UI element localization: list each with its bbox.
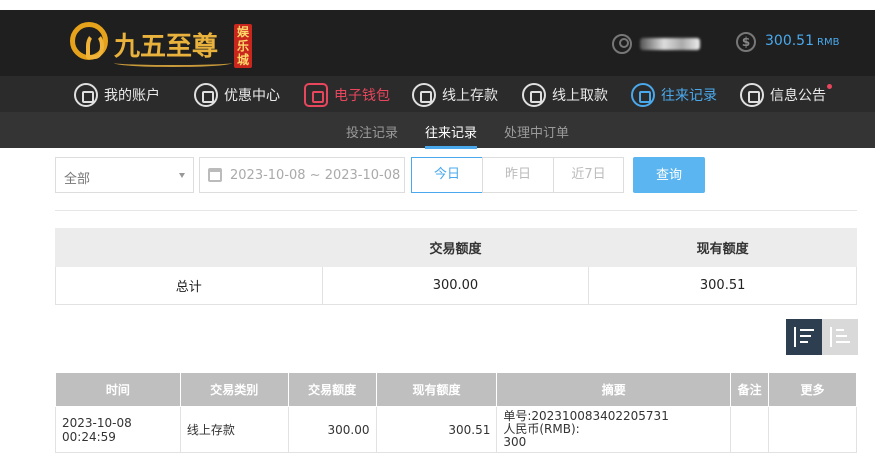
logo-text: 九五至尊 <box>114 32 219 62</box>
nav-label-wrap: 信息公告 <box>770 84 832 105</box>
cell-amount: 300.00 <box>287 406 377 453</box>
nav-label: 往来记录 <box>661 88 717 104</box>
nav-announcements[interactable]: 信息公告 <box>740 82 832 108</box>
account-balance: 300.51 RMB <box>765 33 840 49</box>
summary-cell: 300.00 <box>321 266 590 305</box>
summary-header-cell: 交易额度 <box>321 228 590 267</box>
summary-table: 交易额度 现有额度 总计 300.00 300.51 <box>55 228 857 305</box>
summary-cell: 300.51 <box>588 266 857 305</box>
nav-my-account[interactable]: 我的账户 <box>74 82 160 108</box>
memo-value: 300 <box>503 435 527 449</box>
cell-time: 2023-10-08 00:24:59 <box>55 406 181 453</box>
col-amount: 交易额度 <box>287 372 377 407</box>
summary-header-row: 交易额度 现有额度 <box>55 228 857 267</box>
sort-ascending-icon <box>830 327 832 347</box>
type-select[interactable]: 全部 <box>55 157 194 193</box>
sort-bar <box>836 329 844 331</box>
main-nav: 我的账户 优惠中心 电子钱包 线上存款 线上取款 往来记录 信息公告 <box>0 76 875 112</box>
brand-logo[interactable]: 九五至尊 娱乐城 <box>70 20 280 68</box>
date-range-input[interactable]: 2023-10-08 ~ 2023-10-08 <box>199 157 405 193</box>
sort-ascending-button[interactable] <box>822 319 858 355</box>
sub-nav: 投注记录 往来记录 处理中订单 <box>0 112 875 149</box>
withdraw-icon <box>522 83 546 107</box>
sort-bar <box>800 335 811 337</box>
nav-label: 优惠中心 <box>224 88 280 104</box>
table-row: 2023-10-08 00:24:59 线上存款 300.00 300.51 单… <box>55 406 857 453</box>
memo-currency: 人民币(RMB): <box>503 422 580 436</box>
nav-label: 我的账户 <box>104 88 160 104</box>
nav-e-wallet[interactable]: 电子钱包 <box>304 82 390 108</box>
tab-pending-orders[interactable]: 处理中订单 <box>504 122 569 141</box>
nav-online-withdraw[interactable]: 线上取款 <box>522 82 608 108</box>
nav-label: 信息公告 <box>770 88 826 104</box>
nav-promotions[interactable]: 优惠中心 <box>194 82 280 108</box>
sort-bar <box>836 341 850 343</box>
col-remark: 备注 <box>730 372 770 407</box>
logo-emblem-icon <box>70 22 108 60</box>
col-more: 更多 <box>768 372 857 407</box>
sort-descending-button[interactable] <box>786 319 822 355</box>
money-icon: $ <box>736 32 756 52</box>
cell-type: 线上存款 <box>179 406 289 453</box>
summary-header-cell: 现有额度 <box>588 228 857 267</box>
summary-total-row: 总计 300.00 300.51 <box>55 266 857 305</box>
username-blurred <box>640 38 700 50</box>
logo-flourish <box>114 59 232 67</box>
cell-balance: 300.51 <box>375 406 498 453</box>
sort-bar <box>836 335 847 337</box>
col-time: 时间 <box>55 372 181 407</box>
gift-icon <box>194 83 218 107</box>
summary-cell: 总计 <box>55 266 323 305</box>
yesterday-button[interactable]: 昨日 <box>482 157 554 193</box>
summary-header-cell <box>55 228 323 267</box>
nav-online-deposit[interactable]: 线上存款 <box>412 82 498 108</box>
nav-label: 线上存款 <box>442 88 498 104</box>
records-header-row: 时间 交易类别 交易额度 现有额度 摘要 备注 更多 <box>55 372 857 407</box>
sort-bar <box>800 341 808 343</box>
col-memo: 摘要 <box>496 372 732 407</box>
sort-bar <box>800 329 814 331</box>
nav-transaction-records[interactable]: 往来记录 <box>631 82 717 108</box>
bell-icon <box>740 83 764 107</box>
wallet-icon <box>304 83 328 107</box>
search-button[interactable]: 查询 <box>633 157 705 193</box>
col-balance: 现有额度 <box>375 372 498 407</box>
cell-remark <box>730 406 770 453</box>
logo-badge: 娱乐城 <box>234 24 252 68</box>
divider <box>55 210 857 211</box>
record-icon <box>631 83 655 107</box>
date-range-value: 2023-10-08 ~ 2023-10-08 <box>230 168 401 183</box>
col-type: 交易类别 <box>179 372 289 407</box>
notification-dot <box>827 84 832 89</box>
caret-down-icon <box>179 173 185 178</box>
today-button[interactable]: 今日 <box>411 157 483 193</box>
user-icon <box>74 83 98 107</box>
type-select-value: 全部 <box>64 172 91 187</box>
nav-label: 线上取款 <box>552 88 608 104</box>
cell-memo: 单号:202310083402205731 人民币(RMB): 300 <box>496 406 732 453</box>
user-avatar-icon <box>612 34 632 54</box>
cell-more[interactable] <box>768 406 857 453</box>
records-table: 时间 交易类别 交易额度 现有额度 摘要 备注 更多 2023-10-08 00… <box>55 372 857 453</box>
nav-label: 电子钱包 <box>334 88 390 104</box>
tab-bet-records[interactable]: 投注记录 <box>346 122 398 141</box>
sort-descending-icon <box>794 327 796 347</box>
last-7-days-button[interactable]: 近7日 <box>553 157 624 193</box>
tab-transaction-records[interactable]: 往来记录 <box>425 122 478 149</box>
deposit-icon <box>412 83 436 107</box>
calendar-icon <box>208 168 222 182</box>
